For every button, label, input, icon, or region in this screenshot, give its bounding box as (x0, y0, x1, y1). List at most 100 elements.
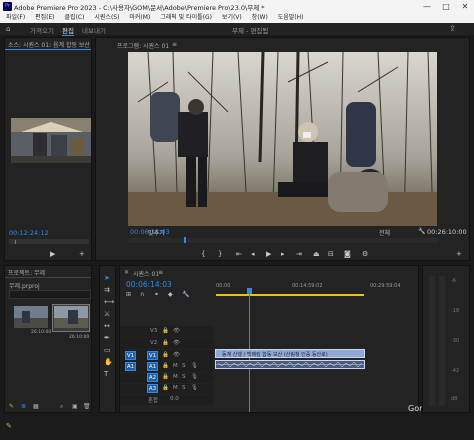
menu-file[interactable]: 파일(F) (6, 13, 25, 23)
video-clip[interactable]: 동계 산행 / 백패킹 합동 보산 (산림청 인증 등산로) (215, 349, 365, 358)
lock-icon[interactable]: 🔒 (162, 328, 169, 334)
premiere-app-icon: Pr (3, 2, 12, 11)
menu-icon[interactable]: ≡ (158, 269, 163, 276)
nest-icon[interactable]: ⊞ (126, 291, 131, 298)
ripple-edit-icon[interactable]: ⟷ (104, 298, 114, 306)
sequence-tab[interactable]: 시퀀스 01 (133, 269, 159, 278)
selection-tool-icon[interactable]: ➤ (104, 274, 110, 282)
step-forward-icon[interactable]: ▸ (281, 250, 285, 258)
track-target-a1[interactable]: A1 (147, 362, 158, 371)
camera-icon[interactable]: ◙ (344, 250, 351, 258)
slip-icon[interactable]: ↔ (104, 322, 110, 330)
program-playhead[interactable] (184, 237, 186, 243)
tab-export[interactable]: 내보내기 (82, 25, 106, 35)
type-icon[interactable]: T (104, 370, 108, 378)
mute-button[interactable]: M (173, 363, 178, 369)
rectangle-icon[interactable]: ▭ (104, 346, 111, 354)
pencil-icon[interactable]: ✎ (9, 403, 14, 410)
menu-graphics[interactable]: 그래픽 및 타이틀(G) (160, 13, 212, 23)
linked-selection-icon[interactable]: ⚭ (154, 291, 159, 298)
menu-clip[interactable]: 클립(C) (65, 13, 85, 23)
lift-icon[interactable]: ⏏ (313, 250, 320, 258)
close-icon[interactable]: ✕ (124, 269, 129, 276)
menu-sequence[interactable]: 시퀀스(S) (94, 13, 119, 23)
menu-view[interactable]: 보기(V) (222, 13, 242, 23)
source-patch-a1[interactable]: A1 (125, 362, 136, 371)
lock-icon[interactable]: 🔒 (162, 352, 169, 358)
mark-out-icon[interactable]: } (218, 250, 222, 258)
razor-icon[interactable]: ⚔ (104, 310, 110, 318)
add-icon[interactable]: + (456, 250, 462, 258)
lock-icon[interactable]: 🔒 (162, 340, 169, 346)
home-icon[interactable]: ⌂ (6, 25, 10, 33)
share-icon[interactable]: ⇪ (449, 24, 456, 33)
tab-import[interactable]: 가져오기 (30, 25, 54, 35)
fit-dropdown[interactable]: 맞추기 (148, 228, 165, 237)
pen-icon[interactable]: ✒ (104, 334, 110, 342)
play-icon[interactable]: ▶ (266, 250, 271, 258)
trash-icon[interactable]: 🗑 (83, 403, 91, 410)
icon-view-icon[interactable]: ▦ (33, 403, 39, 410)
tab-edit[interactable]: 편집 (62, 25, 74, 36)
menu-help[interactable]: 도움말(H) (278, 13, 304, 23)
search-input[interactable] (9, 290, 91, 299)
program-tab[interactable]: 프로그램: 시퀀스 01 (117, 41, 169, 50)
list-view-icon[interactable]: ≣ (21, 403, 26, 410)
add-marker-icon[interactable]: ◆ (168, 291, 173, 298)
source-playhead[interactable] (15, 240, 16, 244)
audio-clip-a1[interactable] (215, 360, 365, 369)
eye-icon[interactable]: 👁 (173, 328, 180, 334)
work-area-bar[interactable] (216, 294, 364, 296)
solo-button[interactable]: S (182, 374, 186, 380)
lock-icon[interactable]: 🔒 (162, 374, 169, 380)
source-tab[interactable]: 소스: 시퀀스 01: 음계 합동 보산 (8, 40, 90, 49)
settings-icon[interactable]: ⚙ (362, 250, 368, 258)
eye-icon[interactable]: 👁 (173, 340, 180, 346)
source-timecode[interactable]: 00:12:24:12 (9, 229, 49, 237)
mic-icon[interactable]: 🎙 (191, 385, 198, 391)
eye-icon[interactable]: 👁 (173, 352, 180, 358)
project-tab[interactable]: 프로젝트: 무제 (8, 268, 45, 277)
snap-icon[interactable]: ∩ (140, 291, 144, 298)
mute-button[interactable]: M (173, 374, 178, 380)
new-item-icon[interactable]: ▣ (72, 403, 78, 410)
mute-button[interactable]: M (173, 385, 178, 391)
track-target-a2[interactable]: A2 (147, 373, 158, 382)
extract-icon[interactable]: ⊟ (328, 250, 334, 258)
go-to-in-icon[interactable]: ⇤ (236, 250, 242, 258)
solo-button[interactable]: S (182, 363, 186, 369)
play-icon[interactable]: ▶ (50, 250, 55, 258)
track-target-a3[interactable]: A3 (147, 384, 158, 393)
track-target-v1[interactable]: V1 (147, 351, 158, 360)
mark-in-icon[interactable]: { (201, 250, 205, 258)
project-item-selected[interactable] (52, 304, 90, 332)
mic-icon[interactable]: 🎙 (191, 374, 198, 380)
master-value[interactable]: 0.0 (170, 396, 179, 402)
minimize-button[interactable]: — (418, 0, 436, 13)
track-select-icon[interactable]: ⇉ (104, 286, 110, 294)
timeline-timecode[interactable]: 00:06:14:03 (126, 280, 172, 289)
menu-marker[interactable]: 마커(M) (129, 13, 150, 23)
program-monitor: 프로그램: 시퀀스 01 ≡ 00:06:14:03 맞추기 전체 🔧 00:2… (95, 37, 470, 261)
program-scrubber[interactable] (128, 238, 437, 243)
quality-dropdown[interactable]: 전체 (379, 228, 390, 237)
step-back-icon[interactable]: ◂ (251, 250, 255, 258)
menu-window[interactable]: 창(W) (252, 13, 268, 23)
search-icon[interactable]: ⌕ (60, 403, 63, 411)
menu-icon[interactable]: ≡ (172, 41, 177, 48)
source-patch-v1[interactable]: V1 (125, 351, 136, 360)
project-item-thumbnail[interactable] (14, 306, 48, 328)
lock-icon[interactable]: 🔒 (162, 363, 169, 369)
source-scrubber[interactable] (9, 239, 89, 244)
wrench-icon[interactable]: 🔧 (418, 228, 425, 235)
wrench-icon[interactable]: 🔧 (182, 291, 189, 298)
mic-icon[interactable]: 🎙 (191, 363, 198, 369)
close-button[interactable]: ✕ (456, 0, 474, 13)
go-to-out-icon[interactable]: ⇥ (296, 250, 302, 258)
lock-icon[interactable]: 🔒 (162, 385, 169, 391)
add-icon[interactable]: + (79, 250, 85, 258)
maximize-button[interactable]: □ (437, 0, 455, 13)
hand-icon[interactable]: ✋ (104, 358, 113, 366)
menu-edit[interactable]: 편집(E) (35, 13, 55, 23)
solo-button[interactable]: S (182, 385, 186, 391)
